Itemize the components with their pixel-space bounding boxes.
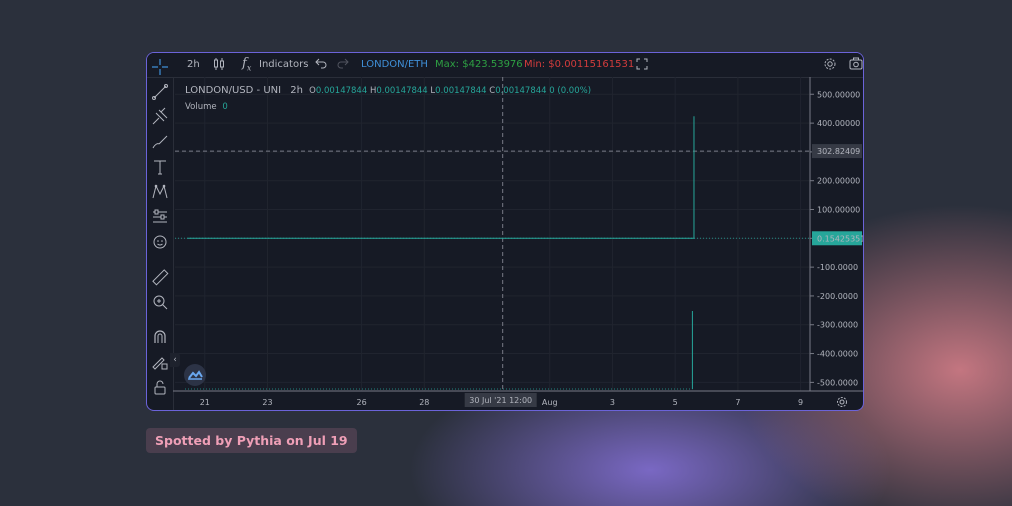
x-tick-label: 3 <box>610 398 615 407</box>
collapse-toolbar-icon[interactable]: ‹ <box>170 353 180 367</box>
price-line <box>187 116 695 239</box>
ohlc-values: O0.00147844 H0.00147844 L0.00147844 C0.0… <box>309 86 591 96</box>
symbol-title: LONDON/USD - UNI <box>185 85 282 96</box>
open-value: 0.00147844 <box>315 86 368 96</box>
volume-value: 0 <box>222 102 228 112</box>
x-tick-label: 9 <box>798 398 803 407</box>
legend-interval: 2h <box>290 85 303 96</box>
x-tick-label: 21 <box>200 398 210 407</box>
y-tick-label: -100.0000 <box>817 263 858 272</box>
change-value: 0 (0.00%) <box>549 86 592 96</box>
high-value: 0.00147844 <box>376 86 428 96</box>
y-tick-label: -200.0000 <box>817 292 858 301</box>
y-tick-label: -400.0000 <box>817 350 858 359</box>
crosshair <box>175 77 810 391</box>
x-tick-label: 26 <box>356 398 366 407</box>
x-tick-label: Aug <box>542 398 558 407</box>
price-axis[interactable]: 500.00000400.00000300.00000200.00000100.… <box>810 90 864 387</box>
y-tick-label: 400.00000 <box>817 119 860 128</box>
x-tick-label: 7 <box>735 398 740 407</box>
crosshair-price-label: 302.82409 <box>817 147 860 156</box>
time-axis[interactable]: 21 23 26 28 Aug 3 5 7 9 30 Jul '21 12:00 <box>200 393 803 407</box>
axis-settings-gear-icon[interactable] <box>835 394 849 410</box>
price-chart[interactable]: 500.00000400.00000300.00000200.00000100.… <box>147 53 864 411</box>
y-tick-label: 100.00000 <box>817 206 860 215</box>
y-tick-label: -300.0000 <box>817 321 858 330</box>
o-label: O <box>309 86 316 96</box>
x-tick-label: 28 <box>419 398 429 407</box>
price-series <box>175 116 810 239</box>
crosshair-time-label: 30 Jul '21 12:00 <box>469 396 532 405</box>
tradingview-logo-icon[interactable] <box>184 364 206 386</box>
close-value: 0.00147844 <box>495 86 547 96</box>
chart-widget: 2h fx Indicators LONDON/ETH Max: $423.53… <box>146 52 864 411</box>
volume-legend: Volume 0 <box>185 102 228 112</box>
x-tick-label: 5 <box>673 398 678 407</box>
x-tick-label: 23 <box>262 398 272 407</box>
y-tick-label: 500.00000 <box>817 90 860 99</box>
spotted-badge: Spotted by Pythia on Jul 19 <box>146 428 357 453</box>
chart-legend: LONDON/USD - UNI 2h O0.00147844 H0.00147… <box>185 85 591 96</box>
y-tick-label: -500.0000 <box>817 378 858 387</box>
volume-label: Volume <box>185 102 217 112</box>
volume-pane <box>185 311 693 390</box>
last-price-label: 0.15425351 <box>817 234 864 243</box>
grid <box>175 77 810 391</box>
low-value: 0.00147844 <box>435 86 487 96</box>
y-tick-label: 200.00000 <box>817 177 860 186</box>
